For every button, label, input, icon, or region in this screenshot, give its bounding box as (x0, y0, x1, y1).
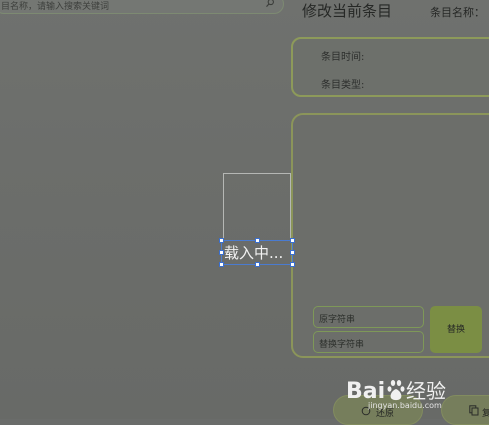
selection-handle-bottom-right[interactable] (290, 262, 295, 267)
entry-type-label: 条目类型: (321, 80, 365, 91)
watermark-url: jingyan.baidu.com (368, 401, 442, 410)
loading-text: 载入中... (224, 244, 284, 262)
selection-handle-bottom-left[interactable] (219, 262, 224, 267)
search-input[interactable]: 目名称，请输入搜索关键词 (1, 0, 109, 12)
copy-button-label: 复 (482, 409, 489, 419)
selection-handle-top-center[interactable] (255, 238, 260, 243)
selection-handle-top-left[interactable] (219, 238, 224, 243)
svg-text:经验: 经验 (406, 379, 446, 403)
selection-handle-bottom-center[interactable] (255, 262, 260, 267)
replace-string-placeholder: 替换字符串 (319, 340, 365, 350)
replace-string-field[interactable]: 替换字符串 (313, 331, 424, 353)
app-window: 目名称，请输入搜索关键词 修改当前条目 条目名称： 条目时间: 条目类型: 原字… (0, 0, 489, 425)
find-string-field[interactable]: 原字符串 (313, 306, 424, 328)
page-title: 修改当前条目 (302, 2, 393, 20)
entry-time-label: 条目时间: (321, 52, 365, 63)
replace-button-label: 替换 (446, 325, 465, 335)
replace-button[interactable]: 替换 (430, 306, 482, 353)
find-string-placeholder: 原字符串 (319, 315, 356, 325)
selection-handle-middle-right[interactable] (290, 250, 295, 255)
selection-handle-middle-left[interactable] (219, 250, 224, 255)
loading-image-placeholder (223, 173, 291, 241)
search-bar[interactable]: 目名称，请输入搜索关键词 (0, 0, 284, 14)
selection-handle-top-right[interactable] (290, 238, 295, 243)
search-icon[interactable] (265, 0, 275, 8)
entry-info-card: 条目时间: 条目类型: (291, 37, 489, 97)
entry-name-label: 条目名称： (430, 6, 485, 19)
